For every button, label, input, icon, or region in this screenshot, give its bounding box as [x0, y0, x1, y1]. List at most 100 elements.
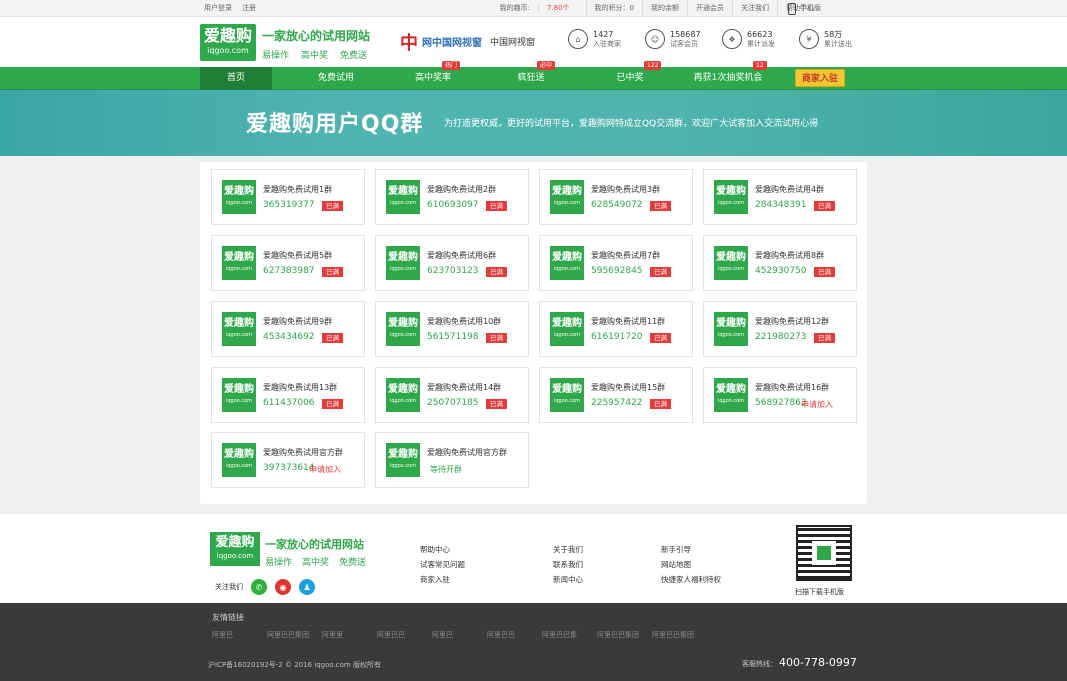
badge-chance-count: 12 — [753, 61, 767, 70]
balance-link[interactable]: 我的余额 — [642, 0, 687, 17]
stat-item: ☺ 158687 试客会员 — [645, 29, 702, 49]
apply-join-link[interactable]: 申请加入 — [309, 464, 341, 475]
friend-link[interactable]: 阿里巴 — [212, 630, 267, 640]
group-logo-cn: 爱趣购 — [388, 186, 418, 197]
apply-join-link[interactable]: 申请加入 — [801, 399, 833, 410]
footer-link[interactable]: 关于我们 — [553, 545, 583, 554]
partner-logo: 中网中国网视窗 — [400, 33, 482, 54]
group-logo-en: iqgoo.com — [717, 332, 745, 338]
group-logo-cn: 爱趣购 — [716, 318, 746, 329]
footer-follow: 关注我们 ✆ ◉ ♟ — [215, 579, 315, 595]
status-full-badge: 已满 — [650, 333, 671, 343]
coins-value: 7.80个 — [537, 4, 578, 12]
group-logo-cn: 爱趣购 — [388, 449, 418, 460]
site-logo[interactable]: 爱趣购 iqgoo.com — [200, 24, 256, 61]
partner-badge[interactable]: 中网中国网视窗 中国网视窗 — [400, 29, 535, 54]
qq-group-card: 爱趣购 iqgoo.com 爱趣购免费试用官方群 等待开群 — [375, 432, 529, 488]
footer-link[interactable]: 网站地图 — [661, 560, 691, 569]
group-logo-cn: 爱趣购 — [552, 252, 582, 263]
friend-link[interactable]: 阿里巴巴 — [377, 630, 432, 640]
group-logo-cn: 爱趣购 — [224, 449, 254, 460]
footer-link[interactable]: 新闻中心 — [553, 575, 583, 584]
group-name: 爱趣购免费试用9群 — [263, 317, 333, 326]
friend-link[interactable]: 阿里巴巴 — [487, 630, 542, 640]
nav-crazy-giveaway[interactable]: 疯狂送 — [495, 67, 567, 90]
group-qq-number: 627383987 — [263, 266, 315, 276]
badge-winner-count: 122 — [644, 61, 662, 70]
status-full-badge: 已满 — [322, 267, 343, 277]
footer-link[interactable]: 联系我们 — [553, 560, 583, 569]
qq-group-card: 爱趣购 iqgoo.com 爱趣购免费试用1群 365319377 已满 — [211, 169, 365, 225]
nav-home[interactable]: 首页 — [200, 67, 272, 90]
group-name: 爱趣购免费试用4群 — [755, 185, 825, 194]
footer-features: 易操作 高中奖 免费送 — [265, 555, 366, 568]
qq-group-card: 爱趣购 iqgoo.com 爱趣购免费试用10群 561571198 已满 — [375, 301, 529, 357]
footer-link[interactable]: 试客常见问题 — [420, 560, 465, 569]
money-bag-icon: ¥ — [799, 29, 819, 49]
nav-winners[interactable]: 已中奖 — [594, 67, 666, 90]
footer-col-help: 帮助中心 试客常见问题 商家入驻 — [420, 542, 465, 587]
stat-label: 试客会员 — [670, 39, 698, 48]
group-name: 爱趣购免费试用15群 — [591, 383, 666, 392]
group-logo: 爱趣购 iqgoo.com — [386, 378, 420, 412]
merchant-join-button[interactable]: 商家入驻 — [795, 69, 845, 87]
hotline-label: 客服热线： — [742, 660, 777, 668]
footer-link[interactable]: 帮助中心 — [420, 545, 450, 554]
stat-item: ¥58万 累计送出 — [799, 29, 856, 49]
nav-extra-chance[interactable]: 再获1次抽奖机会 — [686, 67, 770, 90]
group-qq-number: 221980273 — [755, 332, 807, 342]
status-full-badge: 已满 — [486, 267, 507, 277]
stat-number: 58万 — [824, 29, 843, 39]
feature-1: 易操作 — [262, 51, 290, 61]
footer-link[interactable]: 商家入驻 — [420, 575, 450, 584]
qq-group-card: 爱趣购 iqgoo.com 爱趣购免费试用8群 452930750 已满 — [703, 235, 857, 291]
group-qq-number: 616191720 — [591, 332, 643, 342]
badge-sure-win: 必中 — [537, 61, 556, 70]
qq-icon[interactable]: ♟ — [299, 579, 315, 595]
group-logo: 爱趣购 iqgoo.com — [386, 312, 420, 346]
friend-link[interactable]: 阿里巴巴集团 — [267, 630, 322, 640]
coins-info[interactable]: 我的趣币: 7.80个 — [484, 0, 586, 17]
group-name: 爱趣购免费试用7群 — [591, 251, 661, 260]
friend-link[interactable]: 阿里巴巴集团 — [597, 630, 652, 640]
account-links: 我的趣币: 7.80个 我的积分：0 我的余额 开通会员 关注我们 帮助中心 — [484, 0, 822, 17]
footer-logo[interactable]: 爱趣购 iqgoo.com — [210, 532, 260, 566]
status-full-badge: 已满 — [486, 201, 507, 211]
nav-free-trial[interactable]: 免费试用 — [300, 67, 372, 90]
group-logo: 爱趣购 iqgoo.com — [714, 378, 748, 412]
footer-logo-en: iqgoo.com — [216, 552, 254, 560]
group-qq-number: 250707185 — [427, 398, 479, 408]
mobile-link[interactable]: 手机版 — [788, 0, 821, 17]
points-link[interactable]: 我的积分：0 — [585, 0, 642, 17]
group-qq-number: 365319377 — [263, 200, 315, 210]
friend-link[interactable]: 阿里巴巴集 — [542, 630, 597, 640]
follow-link[interactable]: 关注我们 — [732, 0, 777, 17]
qr-center-logo — [817, 546, 831, 560]
stat-label: 入驻商家 — [593, 39, 621, 48]
group-logo-cn: 爱趣购 — [552, 186, 582, 197]
group-logo: 爱趣购 iqgoo.com — [222, 443, 256, 477]
nav-high-win-rate[interactable]: 高中奖率 — [397, 67, 469, 90]
friend-links-title: 友情链接 — [212, 613, 244, 622]
stat-number: 66623 — [747, 29, 773, 39]
group-qq-number: 452930750 — [755, 266, 807, 276]
group-logo-cn: 爱趣购 — [388, 252, 418, 263]
login-link[interactable]: 用户登录 — [204, 0, 232, 17]
friend-link[interactable]: 阿里里 — [322, 630, 377, 640]
footer-link[interactable]: 新手引导 — [661, 545, 691, 554]
stat-item: ⌂ 1427 入驻商家 — [568, 29, 625, 49]
icp-copyright: 沪ICP备16020192号-2 © 2016 iqgoo.com 版权所有 — [208, 661, 381, 669]
register-link[interactable]: 注册 — [242, 0, 256, 17]
slogan-features: 易操作 高中奖 免费送 — [262, 48, 370, 61]
group-name: 爱趣购免费试用6群 — [427, 251, 497, 260]
weibo-icon[interactable]: ◉ — [275, 579, 291, 595]
friend-link[interactable]: 阿里巴巴集团 — [652, 630, 707, 640]
group-logo-en: iqgoo.com — [225, 266, 253, 272]
friend-link[interactable]: 阿里巴 — [432, 630, 487, 640]
wechat-icon[interactable]: ✆ — [251, 579, 267, 595]
group-logo: 爱趣购 iqgoo.com — [386, 246, 420, 280]
main-nav: 首页 免费试用 高中奖率 热门 疯狂送 必中 已中奖 122 再获1次抽奖机会 … — [0, 61, 1067, 90]
vip-link[interactable]: 开通会员 — [687, 0, 732, 17]
shop-icon: ⌂ — [568, 29, 588, 49]
footer-link[interactable]: 快捷家人福利特权 — [661, 575, 721, 584]
